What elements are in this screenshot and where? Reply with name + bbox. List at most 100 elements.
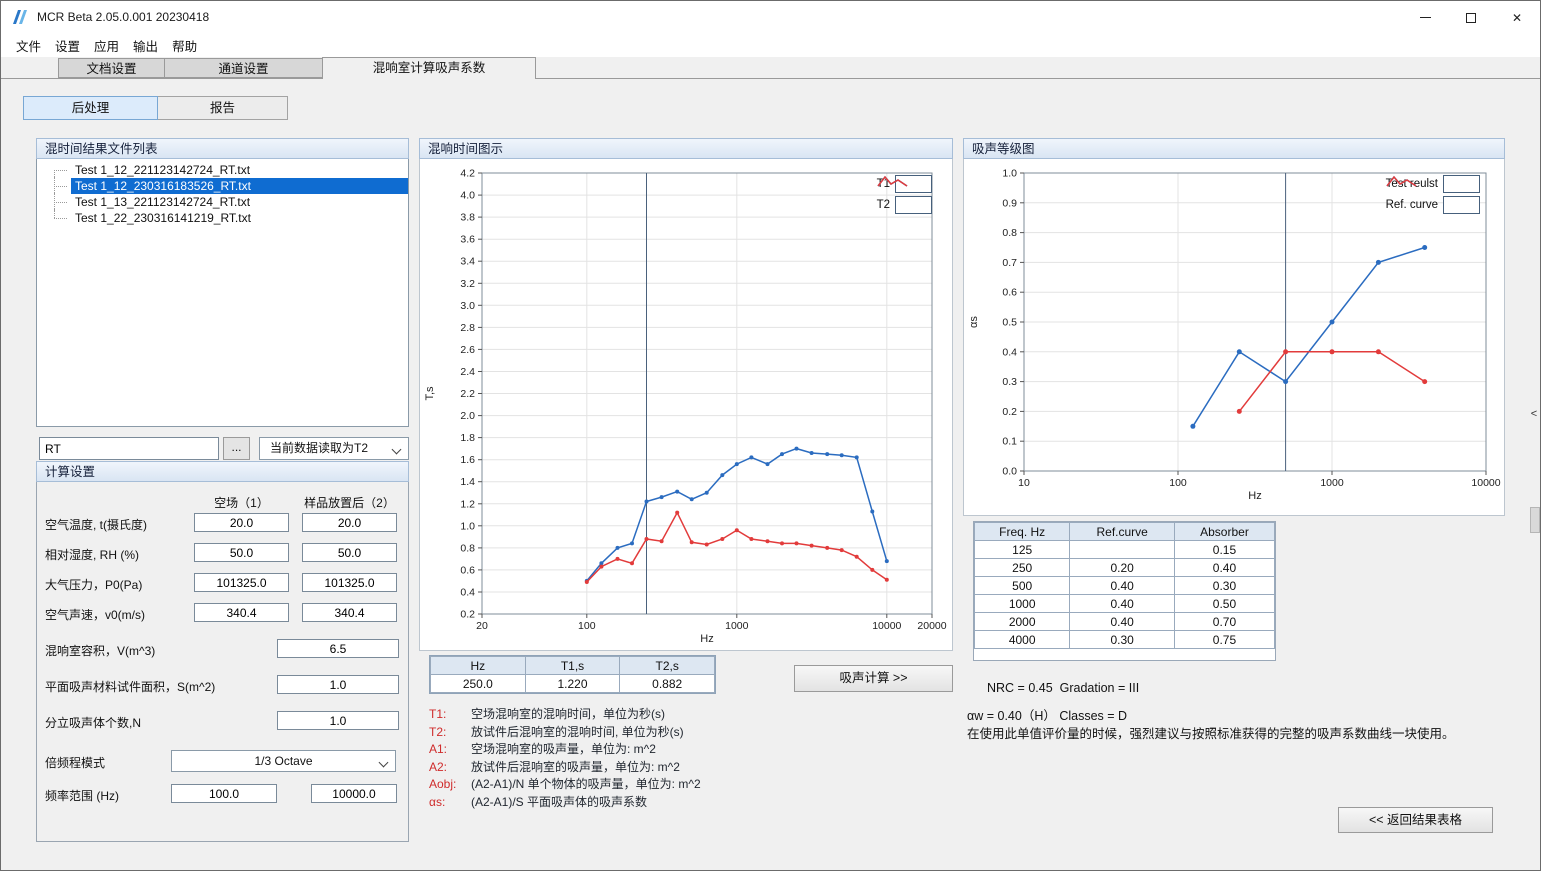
- legend-entry-t2: T2: [877, 196, 932, 214]
- menubar: 文件 设置 应用 输出 帮助: [1, 34, 1540, 57]
- note-text: 空场混响室的混响时间，单位为秒(s): [471, 706, 665, 724]
- splitter-handle[interactable]: [1530, 507, 1540, 533]
- tab-reverb-absorption[interactable]: 混响室计算吸声系数: [322, 57, 536, 79]
- data-mode-combobox[interactable]: 当前数据读取为T2: [259, 437, 409, 460]
- svg-text:0.8: 0.8: [460, 542, 475, 554]
- room-volume-field[interactable]: [277, 639, 399, 658]
- humidity-field-2[interactable]: [302, 543, 397, 562]
- absorber-count-field[interactable]: [277, 711, 399, 730]
- rt-name-input[interactable]: [39, 437, 219, 460]
- svg-text:1.8: 1.8: [460, 432, 475, 444]
- table-row[interactable]: 1250.15: [975, 541, 1275, 559]
- svg-text:2.8: 2.8: [460, 322, 475, 334]
- tab-document-settings[interactable]: 文档设置: [58, 58, 165, 78]
- svg-text:1.6: 1.6: [460, 454, 475, 466]
- svg-text:20000: 20000: [917, 620, 946, 632]
- note-row: A1:空场混响室的吸声量，单位为: m^2: [429, 741, 701, 759]
- absorption-calc-button[interactable]: 吸声计算 >>: [794, 665, 953, 692]
- rt-chart-canvas[interactable]: 0.20.40.60.81.01.21.41.61.82.02.22.42.62…: [420, 159, 954, 651]
- table-row[interactable]: 20000.400.70: [975, 613, 1275, 631]
- field-label-sound-speed: 空气声速，v0(m/s): [45, 606, 145, 623]
- back-to-results-button[interactable]: << 返回结果表格: [1338, 807, 1493, 833]
- table-header: T1,s: [525, 657, 620, 675]
- close-button[interactable]: ✕: [1494, 1, 1540, 34]
- window-title: MCR Beta 2.05.0.001 20230418: [37, 1, 209, 34]
- field-label-sample-area: 平面吸声材料试件面积，S(m^2): [45, 678, 215, 695]
- subtab-postprocess[interactable]: 后处理: [23, 96, 158, 120]
- file-item[interactable]: Test 1_22_230316141219_RT.txt: [37, 210, 408, 226]
- browse-button[interactable]: ...: [223, 437, 250, 460]
- table-row[interactable]: 10000.400.50: [975, 595, 1275, 613]
- menu-item-help[interactable]: 帮助: [165, 34, 204, 57]
- table-cell: 250.0: [431, 675, 526, 693]
- svg-text:0.8: 0.8: [1002, 227, 1017, 239]
- file-item[interactable]: Test 1_13_221123142724_RT.txt: [37, 194, 408, 210]
- close-icon: ✕: [1512, 11, 1522, 25]
- sample-area-field[interactable]: [277, 675, 399, 694]
- table-row[interactable]: 2500.200.40: [975, 559, 1275, 577]
- svg-text:0.7: 0.7: [1002, 257, 1017, 269]
- legend-line-icon: [895, 196, 932, 214]
- table-cell: 0.30: [1174, 577, 1274, 595]
- data-mode-value: 当前数据读取为T2: [270, 441, 368, 455]
- table-cell: 0.75: [1174, 631, 1274, 649]
- octave-mode-value: 1/3 Octave: [254, 754, 312, 768]
- table-cell: 4000: [975, 631, 1070, 649]
- nrc-result-text: NRC = 0.45 Gradation = III: [987, 681, 1139, 695]
- pressure-field-2[interactable]: [302, 573, 397, 592]
- menu-item-settings[interactable]: 设置: [48, 34, 87, 57]
- table-row[interactable]: 250.01.2200.882: [431, 675, 715, 693]
- svg-text:0.9: 0.9: [1002, 197, 1017, 209]
- note-row: T1:空场混响室的混响时间，单位为秒(s): [429, 706, 701, 724]
- rt-chart-area: 0.20.40.60.81.01.21.41.61.82.02.22.42.62…: [419, 159, 953, 651]
- minimize-button[interactable]: [1402, 1, 1448, 34]
- note-row: αs:(A2-A1)/S 平面吸声体的吸声系数: [429, 794, 701, 812]
- air-temp-field-1[interactable]: [194, 513, 289, 532]
- file-list[interactable]: Test 1_12_221123142724_RT.txtTest 1_12_2…: [36, 159, 409, 427]
- subtab-report[interactable]: 报告: [157, 96, 288, 120]
- aw-result-text: αw = 0.40（H） Classes = D: [967, 705, 1127, 724]
- svg-text:T,s: T,s: [424, 386, 436, 401]
- file-item[interactable]: Test 1_12_221123142724_RT.txt: [37, 162, 408, 178]
- absorption-panel-title: 吸声等级图: [963, 138, 1505, 159]
- menu-item-output[interactable]: 输出: [126, 34, 165, 57]
- table-cell: 0.15: [1174, 541, 1274, 559]
- legend-label-ref-curve: Ref. curve: [1386, 199, 1438, 211]
- table-header: Ref.curve: [1070, 523, 1175, 541]
- svg-text:20: 20: [476, 620, 488, 632]
- svg-text:0.6: 0.6: [1002, 287, 1017, 299]
- freq-min-field[interactable]: [171, 784, 277, 803]
- tab-channel-settings[interactable]: 通道设置: [164, 58, 323, 78]
- tree-connector: [37, 194, 71, 210]
- octave-mode-combobox[interactable]: 1/3 Octave: [171, 750, 396, 772]
- maximize-button[interactable]: [1448, 1, 1494, 34]
- collapse-left-icon: <: [1531, 408, 1537, 420]
- svg-text:αs: αs: [968, 316, 980, 328]
- svg-text:0.4: 0.4: [460, 587, 475, 599]
- rt-chart-panel-title: 混响时间图示: [419, 138, 953, 159]
- air-temp-field-2[interactable]: [302, 513, 397, 532]
- table-row[interactable]: 5000.400.30: [975, 577, 1275, 595]
- table-header: Freq. Hz: [975, 523, 1070, 541]
- svg-text:0.3: 0.3: [1002, 376, 1017, 388]
- freq-max-field[interactable]: [311, 784, 397, 803]
- sound-speed-field-2[interactable]: [302, 603, 397, 622]
- table-cell: 0.40: [1070, 577, 1175, 595]
- svg-text:4.2: 4.2: [460, 168, 475, 180]
- collapse-panel-handle[interactable]: <: [1528, 401, 1540, 427]
- file-item[interactable]: Test 1_12_230316183526_RT.txt: [37, 178, 408, 194]
- table-header: Absorber: [1174, 523, 1274, 541]
- humidity-field-1[interactable]: [194, 543, 289, 562]
- menu-item-file[interactable]: 文件: [9, 34, 48, 57]
- pressure-field-1[interactable]: [194, 573, 289, 592]
- note-row: A2:放试件后混响室的吸声量，单位为: m^2: [429, 759, 701, 777]
- table-row[interactable]: 40000.300.75: [975, 631, 1275, 649]
- menu-item-application[interactable]: 应用: [87, 34, 126, 57]
- sound-speed-field-1[interactable]: [194, 603, 289, 622]
- note-text: (A2-A1)/S 平面吸声体的吸声系数: [471, 794, 647, 812]
- field-label-octave-mode: 倍频程模式: [45, 754, 105, 771]
- table-cell: 0.30: [1070, 631, 1175, 649]
- tree-connector: [37, 162, 71, 178]
- legend-entry-ref-curve: Ref. curve: [1386, 196, 1480, 214]
- field-label-freq-range: 频率范围 (Hz): [45, 787, 119, 804]
